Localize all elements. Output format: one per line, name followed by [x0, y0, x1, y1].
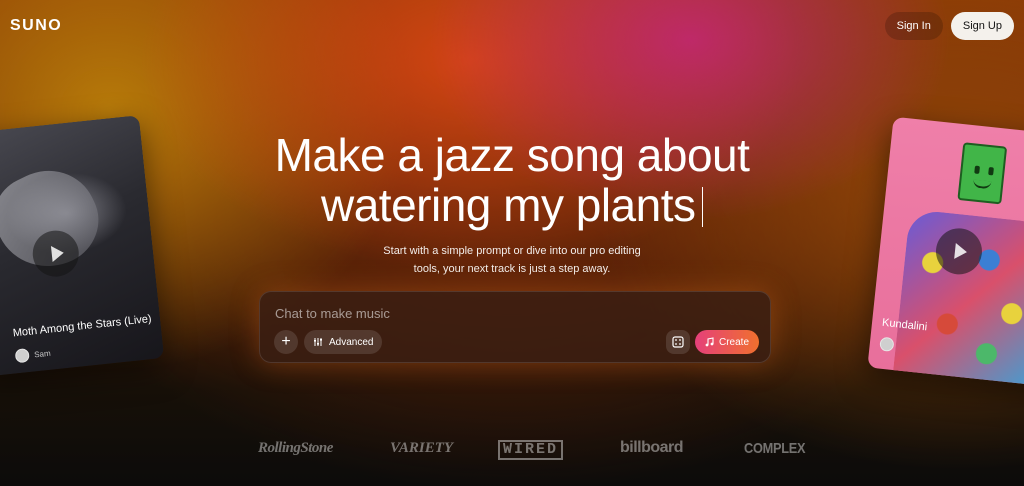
sliders-icon: [314, 338, 322, 346]
complex-logo: COMPLEX: [744, 440, 806, 457]
music-note-icon: [705, 337, 714, 347]
hero-line-1: Make a jazz song about: [274, 129, 750, 181]
prompt-composer: + Advanced Create: [259, 291, 771, 363]
random-prompt-button[interactable]: [666, 330, 690, 354]
variety-logo: VARIETY: [390, 440, 454, 456]
typing-cursor: [701, 187, 703, 227]
song-title[interactable]: Moth Among the Stars (Live): [12, 313, 152, 340]
press-logos: RollingStone VARIETY WIRED billboard COM…: [0, 438, 1024, 462]
wired-logo: WIRED: [498, 440, 564, 460]
hero-line-2: watering my plants: [0, 180, 1024, 230]
subtitle-line-2: tools, your next track is just a step aw…: [413, 263, 611, 275]
hero-subtitle: Start with a simple prompt or dive into …: [0, 242, 1024, 278]
create-button[interactable]: Create: [695, 330, 759, 354]
author-avatar: [879, 336, 895, 352]
prompt-input[interactable]: [275, 306, 735, 321]
song-author[interactable]: [879, 336, 899, 353]
rolling-stone-logo: RollingStone: [258, 440, 333, 456]
plus-icon: +: [281, 333, 291, 350]
author-avatar: [14, 347, 30, 364]
auth-buttons: Sign In Sign Up: [884, 12, 1014, 40]
suno-logo[interactable]: SUNO: [10, 17, 62, 35]
advanced-button[interactable]: Advanced: [304, 330, 383, 354]
subtitle-line-1: Start with a simple prompt or dive into …: [383, 245, 641, 257]
add-button[interactable]: +: [274, 330, 298, 354]
dice-icon: [672, 336, 684, 348]
advanced-label: Advanced: [329, 336, 374, 348]
hero-line-2-text: watering my plants: [321, 179, 696, 231]
sign-up-button[interactable]: Sign Up: [950, 12, 1014, 40]
author-name: Sam: [33, 348, 52, 359]
create-label: Create: [718, 336, 749, 348]
top-nav: SUNO Sign In Sign Up: [0, 0, 1024, 52]
sign-in-button[interactable]: Sign In: [884, 12, 943, 40]
hero-heading: Make a jazz song about watering my plant…: [0, 130, 1024, 230]
song-author[interactable]: Sam: [14, 346, 52, 364]
billboard-logo: billboard: [620, 439, 684, 456]
